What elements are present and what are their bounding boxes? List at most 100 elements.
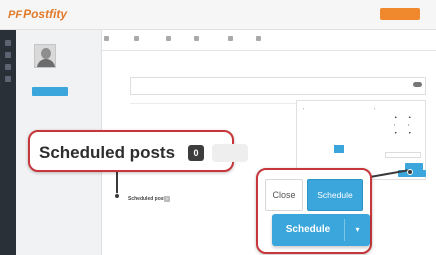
calendar-day[interactable] [367,137,377,145]
calendar-day[interactable] [312,121,322,129]
calendar-day[interactable] [323,137,333,145]
calendar-day[interactable] [356,129,366,137]
calendar-header: ‹ › [301,105,377,113]
minute-down-icon[interactable]: ▼ [408,131,411,135]
post-filters [128,210,168,214]
tab-icon [194,36,199,42]
calendar-day[interactable] [345,145,355,153]
calendar-day[interactable] [323,153,333,161]
time-down-row: ▼ ▼ [385,129,421,137]
calendar-day[interactable] [334,129,344,137]
scheduled-posts-count: 0 [164,196,170,202]
compose-icon[interactable] [5,40,11,46]
add-account-button[interactable] [32,87,68,96]
tab-icon [166,36,171,42]
schedule-main-button[interactable]: Schedule [272,214,344,246]
calendar-day[interactable] [367,121,377,129]
weekday-header [367,113,377,121]
calendar-day[interactable] [345,129,355,137]
weekday-header [345,113,355,121]
tab-5[interactable] [256,36,263,42]
tabs-divider [100,50,436,51]
calendar-day[interactable] [301,145,311,153]
tab-2[interactable] [166,36,173,42]
weekday-header [334,113,344,121]
calendar-day[interactable] [334,137,344,145]
tab-0[interactable] [104,36,111,42]
minute-value: • [408,123,410,127]
calendar-grid [301,113,377,161]
analytics-icon[interactable] [5,64,11,70]
calendar-day[interactable] [312,137,322,145]
schedule-split-button: Schedule ▾ [272,214,370,246]
callout-scheduled-posts-label: Scheduled posts [39,143,176,162]
calendar-day[interactable] [367,129,377,137]
tab-3[interactable] [194,36,201,42]
calendar-day[interactable] [345,121,355,129]
hour-value: • [394,123,396,127]
avatar[interactable] [34,44,56,68]
calendar-day[interactable] [301,129,311,137]
time-up-row: ▲ ▲ [385,113,421,121]
tab-icon [134,36,139,42]
schedule-actions-callout: Close Schedule Schedule ▾ [256,168,372,254]
calendar-day[interactable] [301,121,311,129]
next-month-icon[interactable]: › [374,105,375,113]
hour-down-icon[interactable]: ▼ [394,131,397,135]
upgrade-button[interactable] [380,8,420,20]
callout-dot [114,193,120,199]
close-button[interactable]: Close [265,179,303,211]
compose-textarea[interactable] [130,77,426,95]
weekday-header [323,113,333,121]
tab-icon [256,36,261,42]
toggle-icon[interactable] [413,82,422,87]
prev-month-icon[interactable]: ‹ [303,105,304,113]
calendar-day[interactable] [334,153,344,161]
weekday-header [356,113,366,121]
callout-scheduled-pill [212,144,248,162]
chevron-down-icon[interactable]: ▾ [345,214,370,246]
logo-mark: PF [8,9,23,21]
calendar-day[interactable] [345,153,355,161]
tab-icon [228,36,233,42]
logo-text: Postfity [23,7,68,21]
timezone-select[interactable] [385,152,421,158]
tab-1[interactable] [134,36,141,42]
weekday-header [301,113,311,121]
time-picker: ▲ ▲ • • ▼ ▼ [385,105,421,137]
calendar-day[interactable] [301,137,311,145]
tab-4[interactable] [228,36,235,42]
calendar-day[interactable] [312,129,322,137]
calendar-day[interactable] [356,145,366,153]
callout-scheduled-count-badge: 0 [188,145,204,161]
calendar-day[interactable] [356,153,366,161]
calendar-day[interactable] [367,145,377,153]
calendar-day[interactable] [345,137,355,145]
calendar: ‹ › [301,105,377,161]
avatar-head [41,48,51,59]
tab-icon [104,36,109,42]
calendar-day[interactable] [323,121,333,129]
minute-up-icon[interactable]: ▲ [408,115,411,119]
settings-icon[interactable] [5,76,11,82]
top-bar: PFPostfity [0,0,436,30]
calendar-day[interactable] [301,153,311,161]
calendar-day-selected[interactable] [334,145,344,153]
calendar-day[interactable] [334,121,344,129]
time-value-row: • • [385,121,421,129]
left-nav-rail [0,30,16,255]
schedule-button[interactable]: Schedule [307,179,363,211]
hour-up-icon[interactable]: ▲ [394,115,397,119]
calendar-day[interactable] [367,153,377,161]
calendar-day[interactable] [356,121,366,129]
weekday-header [312,113,322,121]
calendar-day[interactable] [312,153,322,161]
calendar-day[interactable] [312,145,322,153]
scheduled-posts-callout: Scheduled posts 0 [28,130,248,172]
callout-dot [407,169,413,175]
calendar-day[interactable] [323,145,333,153]
calendar-icon[interactable] [5,52,11,58]
calendar-day[interactable] [323,129,333,137]
app-logo[interactable]: PFPostfity [8,7,67,21]
calendar-day[interactable] [356,137,366,145]
